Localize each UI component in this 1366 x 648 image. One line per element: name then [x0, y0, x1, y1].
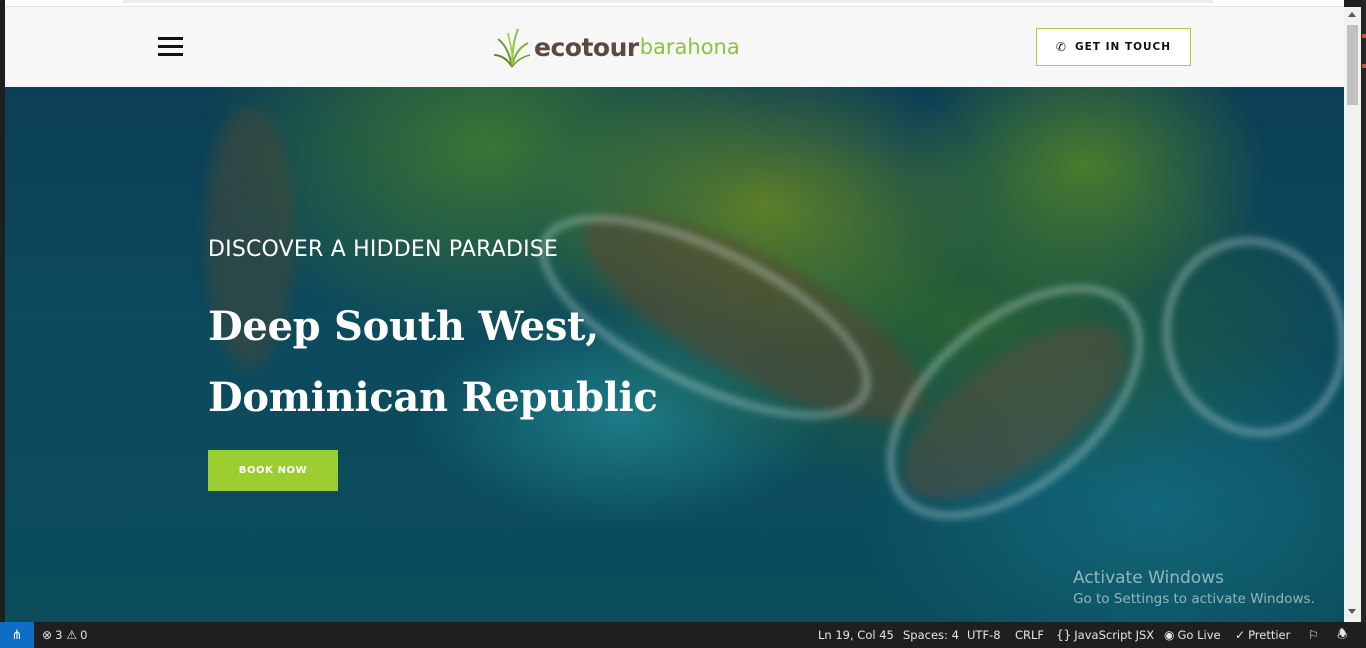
book-now-button[interactable]: BOOK NOW — [208, 450, 338, 491]
hero-section: DISCOVER A HIDDEN PARADISE Deep South We… — [5, 87, 1344, 622]
bell-icon[interactable]: 🕭 — [1337, 622, 1351, 648]
go-live-button[interactable]: ◉ Go Live — [1164, 622, 1221, 648]
language-mode[interactable]: {} JavaScript JSX — [1056, 622, 1154, 648]
watermark-line1: Activate Windows — [1073, 568, 1224, 588]
hero-content: DISCOVER A HIDDEN PARADISE Deep South We… — [208, 87, 808, 622]
double-check-icon: ✓ — [1235, 628, 1246, 642]
editor-edge — [1361, 0, 1366, 622]
prettier-button[interactable]: ✓ Prettier — [1235, 622, 1290, 648]
get-in-touch-label: GET IN TOUCH — [1074, 41, 1172, 53]
logo-word-barahona: barahona — [639, 35, 740, 59]
hero-kicker: DISCOVER A HIDDEN PARADISE — [208, 237, 559, 262]
watermark-line2: Go to Settings to activate Windows. — [1073, 591, 1315, 607]
braces-icon: {} — [1056, 628, 1072, 642]
prettier-label: Prettier — [1248, 628, 1291, 642]
error-icon: ⊗ — [42, 628, 53, 642]
site-logo[interactable]: ecotour barahona — [492, 23, 740, 71]
marker-dot — [1362, 64, 1366, 68]
marker-dot — [1362, 34, 1366, 38]
top-strip — [5, 0, 1344, 7]
warnings-count: 0 — [80, 628, 88, 642]
scroll-down-icon[interactable] — [1348, 609, 1356, 614]
site-header: ecotour barahona ✆ GET IN TOUCH — [5, 7, 1344, 87]
broadcast-icon: ◉ — [1164, 628, 1175, 642]
cursor-position[interactable]: Ln 19, Col 45 — [818, 622, 894, 648]
vertical-scrollbar[interactable] — [1344, 7, 1361, 622]
status-bar: ⋔ ⊗ 3 ⚠ 0 Ln 19, Col 45 Spaces: 4 UTF-8 … — [0, 622, 1366, 648]
indentation[interactable]: Spaces: 4 — [903, 622, 959, 648]
activate-windows-watermark: Activate Windows Go to Settings to activ… — [1073, 568, 1315, 607]
feedback-icon[interactable]: ⚐ — [1308, 622, 1322, 648]
errors-count: 3 — [55, 628, 63, 642]
get-in-touch-button[interactable]: ✆ GET IN TOUCH — [1036, 28, 1191, 66]
grass-logo-icon — [493, 28, 531, 68]
problems-indicator[interactable]: ⊗ 3 ⚠ 0 — [42, 622, 87, 648]
hamburger-icon[interactable] — [158, 37, 183, 58]
hero-title-line1: Deep South West, — [208, 303, 599, 350]
logo-word-ecotour: ecotour — [534, 32, 639, 62]
hero-title-line2: Dominican Republic — [208, 374, 658, 421]
go-live-label: Go Live — [1177, 628, 1221, 642]
remote-icon[interactable]: ⋔ — [0, 622, 34, 648]
browser-viewport: ecotour barahona ✆ GET IN TOUCH DISCOVER… — [5, 0, 1344, 622]
scrollbar-thumb[interactable] — [1347, 25, 1358, 105]
warning-icon: ⚠ — [66, 628, 78, 642]
phone-icon: ✆ — [1055, 40, 1066, 54]
language-label: JavaScript JSX — [1074, 628, 1155, 642]
encoding[interactable]: UTF-8 — [967, 622, 1001, 648]
scroll-up-icon[interactable] — [1348, 12, 1356, 17]
line-ending[interactable]: CRLF — [1015, 622, 1044, 648]
